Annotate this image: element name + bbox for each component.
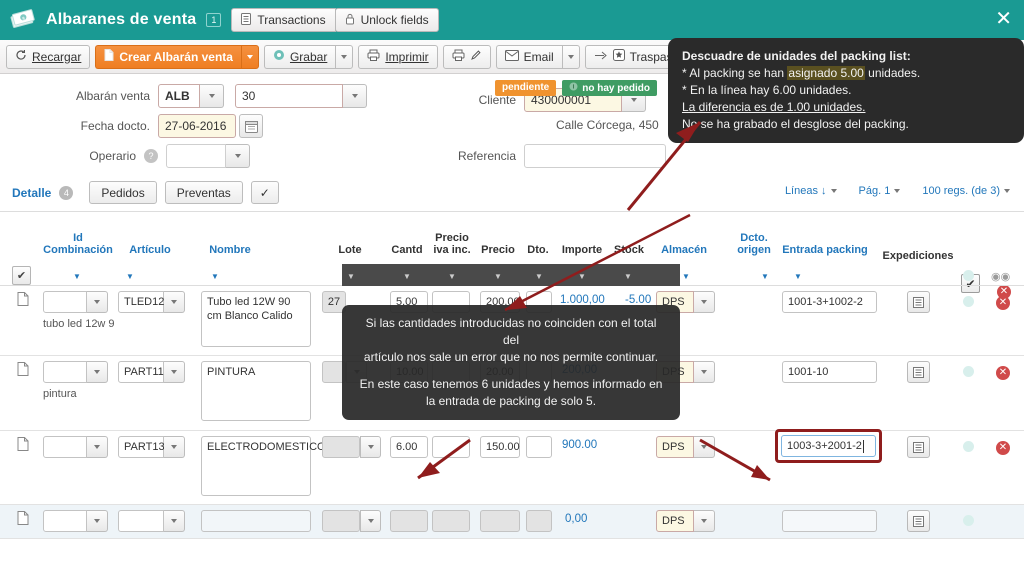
annotation-arrows — [417, 121, 771, 482]
